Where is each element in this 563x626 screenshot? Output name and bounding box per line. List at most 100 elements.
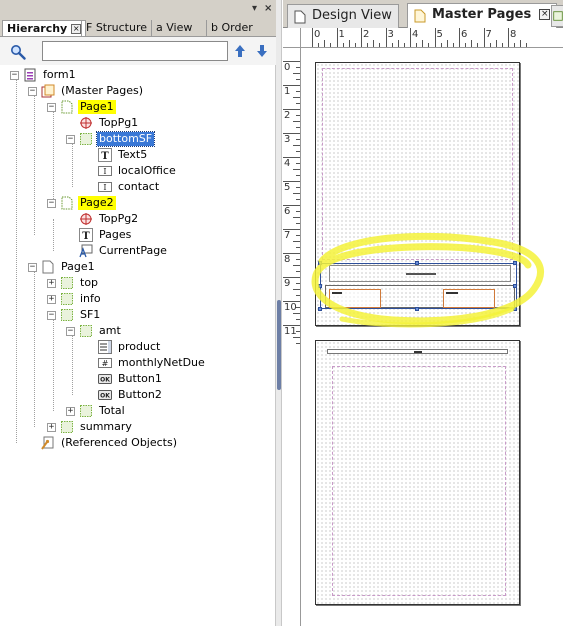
tree-item-button2[interactable]: OK Button2 bbox=[98, 387, 164, 403]
tree-item-master-pages[interactable]: − (Master Pages) bbox=[28, 83, 145, 99]
expand-toggle[interactable]: + bbox=[47, 278, 56, 288]
tree-item-monthlynetdue[interactable]: # monthlyNetDue bbox=[98, 355, 207, 371]
ruler-tick bbox=[293, 145, 300, 146]
expand-toggle[interactable]: + bbox=[47, 422, 56, 432]
tree-item-pages[interactable]: T Pages bbox=[79, 227, 133, 243]
expand-toggle[interactable]: + bbox=[66, 406, 75, 416]
ruler-tick bbox=[296, 151, 300, 152]
ruler-tick bbox=[283, 301, 300, 302]
tree-item-localoffice[interactable]: I localOffice bbox=[98, 163, 178, 179]
master-pages-icon bbox=[41, 84, 55, 98]
tree-item-summary[interactable]: + summary bbox=[47, 419, 134, 435]
ruler-tick bbox=[283, 181, 300, 182]
resize-handle[interactable] bbox=[513, 261, 517, 265]
splitter-grip[interactable] bbox=[277, 300, 281, 390]
tree-item-amt[interactable]: − amt bbox=[66, 323, 123, 339]
resize-handle[interactable] bbox=[415, 307, 419, 311]
resize-handle[interactable] bbox=[318, 261, 322, 265]
arrow-down-icon[interactable] bbox=[255, 43, 269, 59]
ruler-tick bbox=[501, 43, 503, 47]
tree-item-bottomsf[interactable]: − bottomSF bbox=[66, 131, 156, 147]
tree-item-button1[interactable]: OK Button1 bbox=[98, 371, 164, 387]
tree-item-contact[interactable]: I contact bbox=[98, 179, 161, 195]
text5-box[interactable] bbox=[329, 265, 511, 282]
ruler-tick bbox=[283, 61, 300, 62]
svg-text:I: I bbox=[103, 183, 106, 192]
tab-xml-source[interactable] bbox=[551, 5, 563, 27]
tab-close-icon[interactable]: × bbox=[71, 24, 82, 34]
contact-field[interactable] bbox=[443, 289, 495, 308]
ruler-tick bbox=[477, 43, 479, 47]
expand-toggle[interactable]: + bbox=[47, 294, 56, 304]
svg-text:OK: OK bbox=[100, 393, 110, 400]
ruler-tick bbox=[459, 28, 460, 47]
tree-item-sf1[interactable]: − SF1 bbox=[47, 307, 102, 323]
svg-text:OK: OK bbox=[100, 377, 110, 384]
ruler-tick-label: 6 bbox=[461, 29, 468, 40]
ruler-tick bbox=[283, 205, 300, 206]
tree-item-referenced-objects[interactable]: (Referenced Objects) bbox=[41, 435, 179, 451]
tree-item-page2-master[interactable]: − Page2 bbox=[47, 195, 116, 211]
panel-menu-dropdown-icon[interactable]: ▾ bbox=[252, 3, 257, 15]
tree-item-total[interactable]: + Total bbox=[66, 403, 127, 419]
tab-hierarchy[interactable]: Hierarchy × bbox=[2, 20, 87, 36]
ruler-tick bbox=[514, 43, 516, 47]
tree-item-form1[interactable]: − form1 bbox=[10, 67, 78, 83]
text-icon: T bbox=[98, 148, 112, 162]
tree-item-top[interactable]: + top bbox=[47, 275, 100, 291]
resize-handle[interactable] bbox=[318, 307, 322, 311]
collapse-toggle[interactable]: − bbox=[47, 310, 56, 320]
tree-item-info[interactable]: + info bbox=[47, 291, 103, 307]
resize-handle[interactable] bbox=[318, 284, 322, 288]
localoffice-field[interactable] bbox=[329, 289, 381, 308]
collapse-toggle[interactable]: − bbox=[28, 262, 37, 272]
arrow-up-icon[interactable] bbox=[233, 43, 247, 59]
ruler-tick bbox=[489, 43, 491, 47]
collapse-toggle[interactable]: − bbox=[66, 134, 75, 144]
subform-icon bbox=[61, 277, 73, 289]
resize-handle[interactable] bbox=[513, 307, 517, 311]
resize-handle[interactable] bbox=[513, 284, 517, 288]
tab-order[interactable]: b Order bbox=[206, 20, 257, 36]
tree-item-toppg2[interactable]: TopPg2 bbox=[79, 211, 140, 227]
tab-design-view[interactable]: Design View bbox=[287, 4, 399, 28]
bottomsf-selection[interactable] bbox=[320, 263, 517, 309]
master-page-1[interactable] bbox=[315, 62, 520, 326]
tab-master-pages-label: Master Pages bbox=[432, 7, 532, 22]
tree-item-page1[interactable]: − Page1 bbox=[28, 259, 97, 275]
resize-handle[interactable] bbox=[415, 261, 419, 265]
panel-splitter[interactable] bbox=[276, 0, 282, 626]
tree-item-product[interactable]: product bbox=[98, 339, 162, 355]
tree-item-text5[interactable]: T Text5 bbox=[98, 147, 149, 163]
collapse-toggle[interactable]: − bbox=[10, 70, 19, 80]
vertical-ruler: 0 1 2 3 4 5 6 7 8 9 10 11 bbox=[283, 48, 301, 626]
tree-item-page1-master[interactable]: − Page1 bbox=[47, 99, 116, 115]
search-input[interactable] bbox=[42, 41, 228, 61]
ruler-tick bbox=[520, 40, 522, 47]
tree-item-currentpage[interactable]: CurrentPage bbox=[79, 243, 169, 259]
master-page-2[interactable] bbox=[315, 340, 520, 605]
collapse-toggle[interactable]: − bbox=[66, 326, 75, 336]
tab-data-view[interactable]: a View bbox=[151, 20, 196, 36]
ruler-tick bbox=[385, 28, 387, 47]
tree-item-toppg1[interactable]: TopPg1 bbox=[79, 115, 140, 131]
tree-label: summary bbox=[80, 420, 132, 433]
tree-label: (Referenced Objects) bbox=[61, 436, 178, 449]
ruler-tick bbox=[296, 259, 300, 260]
ruler-tick bbox=[361, 28, 362, 47]
ruler-tick bbox=[293, 337, 300, 338]
search-icon[interactable] bbox=[10, 44, 26, 60]
tab-pdf-structure[interactable]: F Structure bbox=[81, 20, 151, 36]
button-icon: OK bbox=[98, 374, 112, 384]
tab-master-pages[interactable]: Master Pages × bbox=[407, 3, 558, 29]
panel-close-icon[interactable]: × bbox=[264, 3, 272, 15]
ruler-tick-label: 3 bbox=[387, 29, 394, 40]
tab-close-icon[interactable]: × bbox=[539, 9, 551, 20]
ruler-tick bbox=[465, 43, 467, 47]
collapse-toggle[interactable]: − bbox=[47, 102, 56, 112]
svg-text:#: # bbox=[102, 359, 109, 368]
collapse-toggle[interactable]: − bbox=[28, 86, 37, 96]
ruler-tick bbox=[293, 121, 300, 122]
collapse-toggle[interactable]: − bbox=[47, 198, 56, 208]
hierarchy-panel: ▾ × Hierarchy × F Structure a View b Orde… bbox=[0, 0, 276, 626]
